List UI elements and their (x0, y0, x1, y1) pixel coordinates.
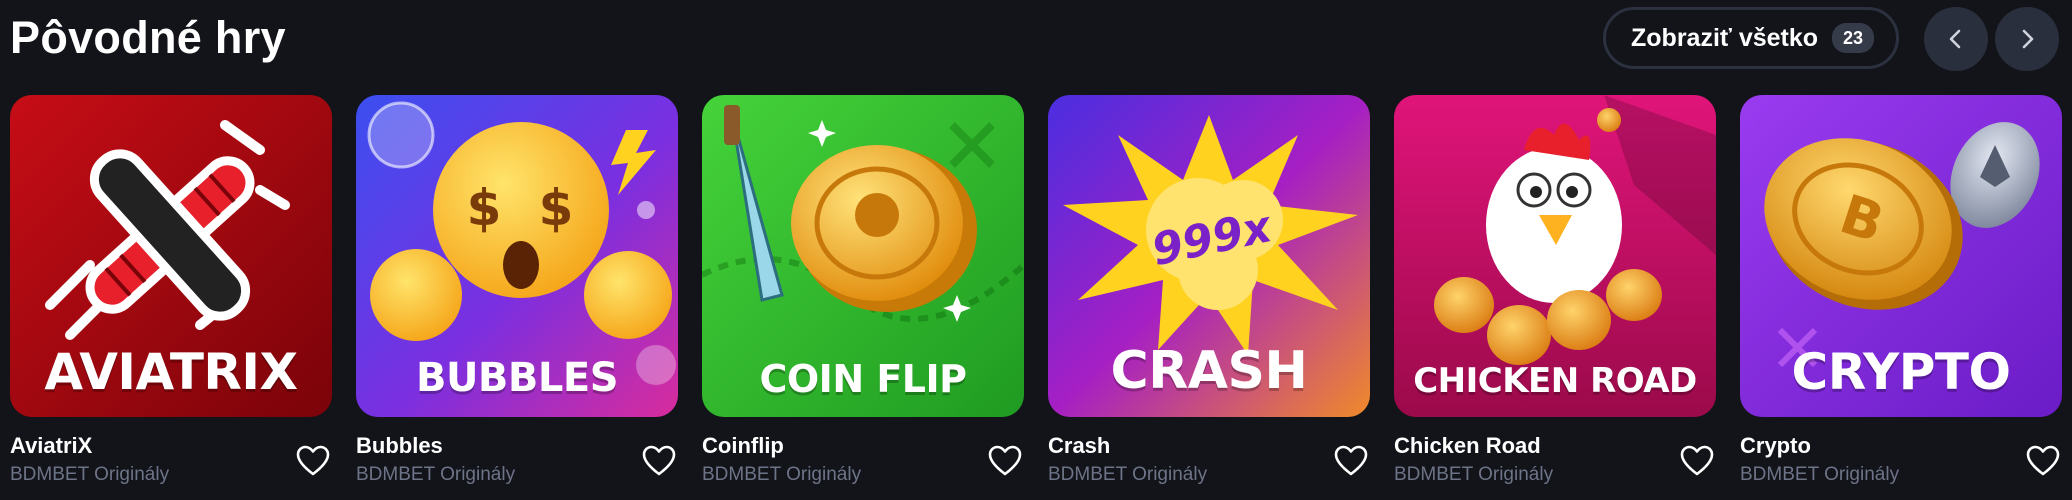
game-card-coinflip[interactable]: COIN FLIP Coinflip BDMBET Originály (702, 95, 1024, 487)
game-card-crypto[interactable]: B CRYPTO Crypto BDMBET Originály (1740, 95, 2062, 487)
game-art-title: COIN FLIP (759, 357, 967, 401)
game-provider: BDMBET Originály (1048, 464, 1208, 485)
game-art-title: BUBBLES (415, 355, 619, 401)
game-art-title: AVIATRIX (44, 343, 298, 401)
games-count-badge: 23 (1832, 23, 1875, 53)
game-provider: BDMBET Originály (1394, 464, 1554, 485)
previous-button[interactable] (1924, 7, 1988, 71)
heart-outline-icon[interactable] (1680, 445, 1714, 477)
game-thumbnail-crypto[interactable]: B CRYPTO (1740, 95, 2062, 417)
game-name[interactable]: Coinflip (702, 432, 1024, 460)
game-card-bubbles[interactable]: $ $ BUBBLES Bubbles BDMBET Originály (356, 95, 678, 487)
heart-outline-icon[interactable] (2026, 445, 2060, 477)
game-name[interactable]: Crash (1048, 432, 1370, 460)
game-thumbnail-bubbles[interactable]: $ $ BUBBLES (356, 95, 678, 417)
game-provider: BDMBET Originály (702, 464, 862, 485)
heart-outline-icon[interactable] (988, 445, 1022, 477)
game-thumbnail-chicken-road[interactable]: CHICKEN ROAD (1394, 95, 1716, 417)
game-provider: BDMBET Originály (356, 464, 516, 485)
game-name[interactable]: Chicken Road (1394, 432, 1716, 460)
game-thumbnail-coinflip[interactable]: COIN FLIP (702, 95, 1024, 417)
chevron-right-icon (2022, 29, 2034, 49)
heart-outline-icon[interactable] (296, 445, 330, 477)
chevron-left-icon (1949, 29, 1961, 49)
game-name[interactable]: AviatriX (10, 432, 332, 460)
view-all-button[interactable]: Zobraziť všetko 23 (1603, 7, 1899, 69)
games-carousel: AVIATRIX AviatriX BDMBET Originály $ $ B… (10, 95, 2062, 487)
section-title: Pôvodné hry (10, 12, 286, 63)
game-name[interactable]: Bubbles (356, 432, 678, 460)
game-card-chicken-road[interactable]: CHICKEN ROAD Chicken Road BDMBET Originá… (1394, 95, 1716, 487)
view-all-label: Zobraziť všetko (1631, 23, 1819, 52)
game-card-crash[interactable]: 999x CRASH Crash BDMBET Originály (1048, 95, 1370, 487)
game-art-title: CHICKEN ROAD (1413, 361, 1697, 401)
game-thumbnail-aviatrix[interactable]: AVIATRIX (10, 95, 332, 417)
next-button[interactable] (1995, 7, 2059, 71)
heart-outline-icon[interactable] (642, 445, 676, 477)
svg-text:$: $ (467, 179, 502, 237)
svg-text:$: $ (539, 179, 574, 237)
heart-outline-icon[interactable] (1334, 445, 1368, 477)
game-art-title: CRASH (1110, 341, 1308, 401)
game-thumbnail-crash[interactable]: 999x CRASH (1048, 95, 1370, 417)
game-art-title: CRYPTO (1791, 343, 2011, 401)
game-provider: BDMBET Originály (1740, 464, 1900, 485)
game-card-aviatrix[interactable]: AVIATRIX AviatriX BDMBET Originály (10, 95, 332, 487)
game-name[interactable]: Crypto (1740, 432, 2062, 460)
game-provider: BDMBET Originály (10, 464, 170, 485)
